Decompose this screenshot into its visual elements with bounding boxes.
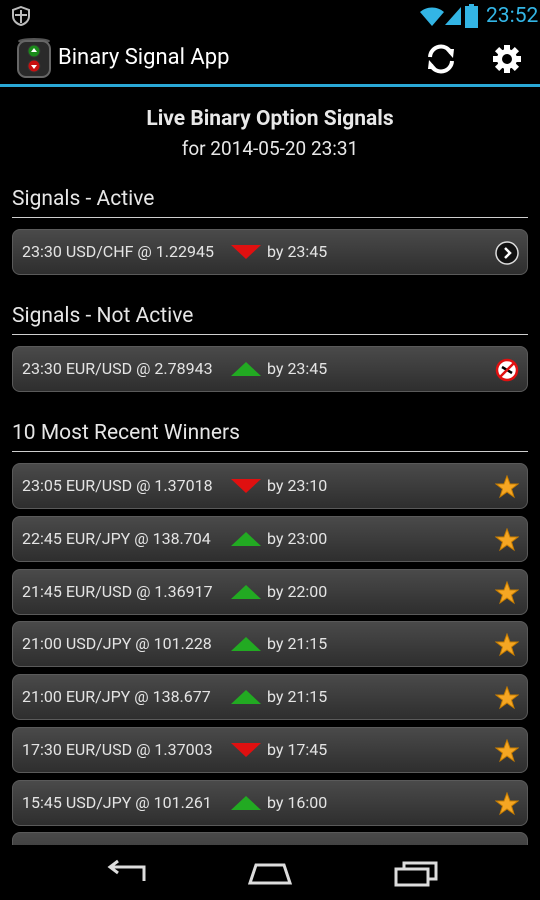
- action-bar-divider: [0, 84, 540, 87]
- star-icon: [495, 686, 519, 710]
- section-label: Signals - Active: [12, 187, 155, 211]
- chevron-right-icon[interactable]: [495, 241, 519, 265]
- page-title: Live Binary Option Signals: [146, 107, 394, 131]
- section-winners-header: 10 Most Recent Winners: [12, 420, 528, 452]
- gear-icon[interactable]: [487, 41, 527, 77]
- arrow-up-icon: [231, 796, 261, 810]
- signal-row-active[interactable]: 23:30 USD/CHF @ 1.22945 by 23:45: [12, 229, 528, 275]
- winner-row[interactable]: 21:00 USD/JPY @ 101.228 by 21:15: [12, 621, 528, 667]
- arrow-down-icon: [231, 479, 261, 493]
- section-not-active-header: Signals - Not Active: [12, 303, 528, 335]
- winner-row[interactable]: 21:45 EUR/USD @ 1.36917 by 22:00: [12, 569, 528, 615]
- signal-expiry: by 21:15: [267, 634, 328, 653]
- section-active-header: Signals - Active: [12, 186, 528, 218]
- arrow-up-icon: [231, 585, 261, 599]
- arrow-up-icon: [231, 362, 261, 376]
- system-nav-bar: [0, 845, 540, 900]
- star-icon: [495, 633, 519, 657]
- winner-row[interactable]: 17:30 EUR/USD @ 1.37003 by 17:45: [12, 727, 528, 773]
- page-subtitle: for 2014-05-20 23:31: [181, 137, 359, 160]
- star-icon: [495, 528, 519, 552]
- signal-text: 22:45 EUR/JPY @ 138.704: [22, 529, 211, 548]
- status-bar: 23:52: [0, 0, 540, 33]
- signal-text: 21:00 USD/JPY @ 101.228: [22, 634, 212, 653]
- section-label: 10 Most Recent Winners: [12, 421, 240, 445]
- section-divider: [12, 451, 528, 452]
- traffic-light-icon[interactable]: [14, 37, 54, 79]
- star-icon: [495, 475, 519, 499]
- status-clock: 23:52: [486, 4, 539, 28]
- winner-row[interactable]: 15:45 USD/JPY @ 101.261 by 16:00: [12, 780, 528, 826]
- signal-text: 21:45 EUR/USD @ 1.36917: [22, 582, 213, 601]
- app-title: Binary Signal App: [58, 45, 230, 70]
- arrow-up-icon: [231, 690, 261, 704]
- signal-text: 23:30 EUR/USD @ 2.78943: [22, 359, 213, 378]
- arrow-up-icon: [231, 532, 261, 546]
- signal-text: 17:30 EUR/USD @ 1.37003: [22, 740, 213, 759]
- signal-text: 23:05 EUR/USD @ 1.37018: [22, 476, 213, 495]
- star-icon: [495, 739, 519, 763]
- signal-icon: [445, 7, 461, 25]
- recent-apps-icon[interactable]: [392, 859, 440, 887]
- signal-row-not-active[interactable]: 23:30 EUR/USD @ 2.78943 by 23:45: [12, 346, 528, 392]
- section-divider: [12, 334, 528, 335]
- arrow-up-icon: [231, 637, 261, 651]
- winner-row[interactable]: 22:45 EUR/JPY @ 138.704 by 23:00: [12, 516, 528, 562]
- refresh-icon[interactable]: [421, 41, 461, 77]
- wifi-icon: [420, 7, 444, 26]
- winner-row[interactable]: 21:00 EUR/JPY @ 138.677 by 21:15: [12, 674, 528, 720]
- section-label: Signals - Not Active: [12, 304, 194, 328]
- signal-expiry: by 17:45: [267, 740, 328, 759]
- home-icon[interactable]: [246, 859, 294, 887]
- section-divider: [12, 217, 528, 218]
- signal-expiry: by 23:45: [267, 359, 328, 378]
- signals-header: Live Binary Option Signals for 2014-05-2…: [0, 105, 540, 163]
- back-icon[interactable]: [104, 859, 150, 887]
- star-icon: [495, 581, 519, 605]
- no-entry-icon: [495, 358, 519, 382]
- signal-text: 23:30 USD/CHF @ 1.22945: [22, 242, 214, 261]
- signal-text: 21:00 EUR/JPY @ 138.677: [22, 687, 211, 706]
- signal-expiry: by 21:15: [267, 687, 328, 706]
- arrow-down-icon: [231, 743, 261, 757]
- signal-text: 15:45 USD/JPY @ 101.261: [22, 793, 212, 812]
- signal-expiry: by 23:00: [267, 529, 328, 548]
- signal-expiry: by 16:00: [267, 793, 328, 812]
- arrow-down-icon: [231, 245, 261, 259]
- battery-icon: [465, 4, 478, 28]
- action-bar: Binary Signal App: [0, 33, 540, 85]
- signal-expiry: by 23:45: [267, 242, 328, 261]
- shield-icon: [12, 6, 30, 26]
- star-icon: [495, 792, 519, 816]
- signal-expiry: by 23:10: [267, 476, 328, 495]
- winner-row[interactable]: 23:05 EUR/USD @ 1.37018 by 23:10: [12, 463, 528, 509]
- signal-expiry: by 22:00: [267, 582, 328, 601]
